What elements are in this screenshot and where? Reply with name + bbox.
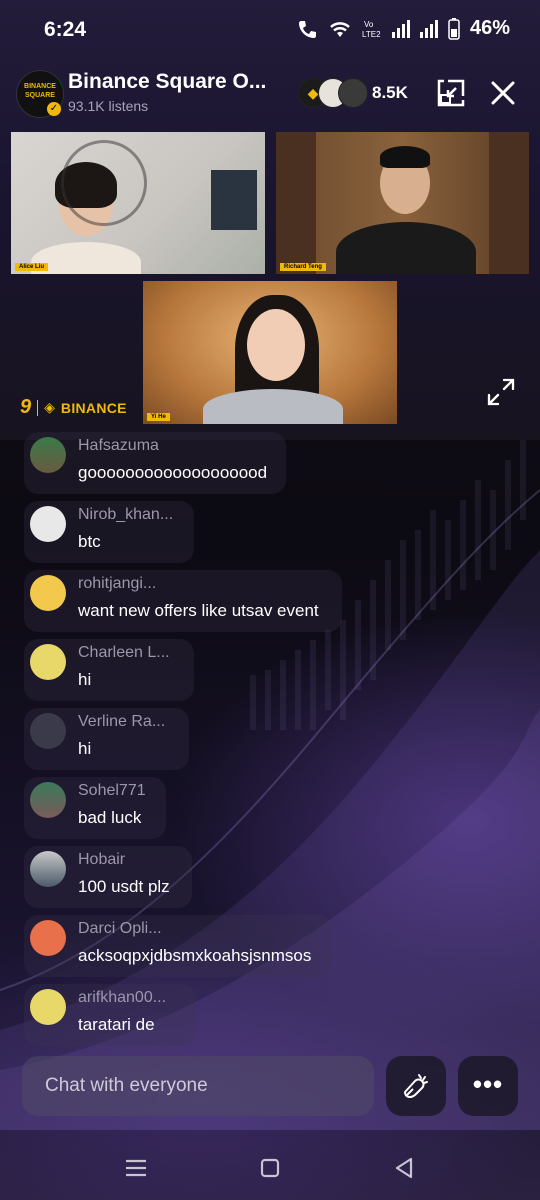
fullscreen-icon[interactable] [486, 377, 516, 407]
battery-percentage: 46% [469, 17, 510, 39]
chat-text: acksoqpxjdbsmxkoahsjsnmsos [78, 946, 312, 965]
user-avatar[interactable] [30, 506, 66, 542]
status-bar: 6:24 Vo LTE2 46% [0, 0, 540, 60]
svg-text:LTE2: LTE2 [362, 30, 381, 39]
chat-text: hi [78, 739, 92, 758]
listen-count: 93.1K listens [68, 98, 149, 114]
chat-username[interactable]: arifkhan00... [78, 989, 166, 1007]
verified-icon: ✓ [47, 102, 61, 116]
chat-username[interactable]: Darci Opli... [78, 920, 162, 938]
wall-clock [61, 140, 147, 226]
system-nav-bar [0, 1136, 540, 1200]
chat-input[interactable]: Chat with everyone [22, 1056, 374, 1116]
shelf [489, 132, 529, 274]
status-icons: Vo LTE2 46% [296, 17, 510, 40]
room-title[interactable]: Binance Square O... [68, 70, 266, 94]
chat-text: hi [78, 670, 92, 689]
signal-icon-2 [419, 19, 438, 38]
home-icon[interactable] [256, 1154, 284, 1182]
speaker-video-3[interactable]: Yi He [143, 281, 397, 424]
wifi-icon [330, 21, 350, 37]
brand-name: BINANCE [60, 399, 127, 416]
chat-input-placeholder: Chat with everyone [45, 1075, 208, 1096]
binance-icon: ◈ [44, 399, 55, 415]
chat-text: gooooooooooooooooood [78, 463, 268, 482]
close-icon[interactable] [486, 76, 520, 110]
speaker-face [247, 309, 305, 381]
speaker-name-tag: Yi He [147, 413, 170, 421]
more-options-button[interactable]: ••• [458, 1056, 518, 1116]
brand-logo: 9 ◈ BINANCE [20, 396, 127, 419]
host-logo-bottom: SQUARE [25, 92, 55, 99]
chat-username[interactable]: Nirob_khan... [78, 506, 173, 524]
listener-avatar [338, 78, 368, 108]
chat-username[interactable]: Sohel771 [78, 782, 146, 800]
speaker-hair [380, 146, 430, 168]
speaker-body [203, 389, 343, 424]
user-avatar[interactable] [30, 920, 66, 956]
chat-username[interactable]: Hafsazuma [78, 437, 159, 455]
shelf [276, 132, 316, 274]
speaker-video-2[interactable]: Richard Teng [276, 132, 529, 274]
brand-logo-mark: 9 [20, 396, 32, 418]
recent-apps-icon[interactable] [122, 1154, 150, 1182]
signal-icon [391, 19, 410, 38]
chat-username[interactable]: Hobair [78, 851, 125, 869]
battery-icon [448, 17, 460, 40]
chat-text: 100 usdt plz [78, 877, 170, 896]
user-avatar[interactable] [30, 782, 66, 818]
speaker-name-tag: Alice Liu [15, 263, 49, 271]
host-logo-top: BINANCE [24, 83, 56, 90]
speaker-name-tag: Richard Teng [280, 263, 326, 271]
user-avatar[interactable] [30, 644, 66, 680]
hand-wave-icon [404, 1074, 428, 1098]
chat-text: btc [78, 532, 101, 551]
listener-avatars[interactable]: ◆ [298, 78, 368, 108]
chat-username[interactable]: Verline Ra... [78, 713, 165, 731]
brand-separator [37, 399, 39, 416]
tv-screen [211, 170, 257, 230]
reaction-button[interactable] [386, 1056, 446, 1116]
room-header: BINANCE SQUARE ✓ Binance Square O... 93.… [0, 66, 540, 122]
listener-count[interactable]: 8.5K [372, 83, 408, 103]
user-avatar[interactable] [30, 851, 66, 887]
back-icon[interactable] [390, 1154, 418, 1182]
minimize-icon[interactable] [434, 76, 468, 110]
chat-text: taratari de [78, 1015, 155, 1034]
chat-text: bad luck [78, 808, 142, 827]
speaker-video-1[interactable]: Alice Liu [11, 132, 265, 274]
volte-icon: VoLTE2 [362, 20, 381, 39]
chat-text: want new offers like utsav event [78, 601, 319, 620]
user-avatar[interactable] [30, 713, 66, 749]
more-icon: ••• [472, 1069, 504, 1099]
status-time: 6:24 [44, 18, 87, 41]
speaker-body [336, 222, 476, 274]
chat-username[interactable]: Charleen L... [78, 644, 170, 662]
user-avatar[interactable] [30, 989, 66, 1025]
call-icon [298, 20, 316, 38]
svg-text:Vo: Vo [364, 20, 374, 29]
user-avatar[interactable] [30, 575, 66, 611]
chat-username[interactable]: rohitjangi... [78, 575, 156, 593]
user-avatar[interactable] [30, 437, 66, 473]
